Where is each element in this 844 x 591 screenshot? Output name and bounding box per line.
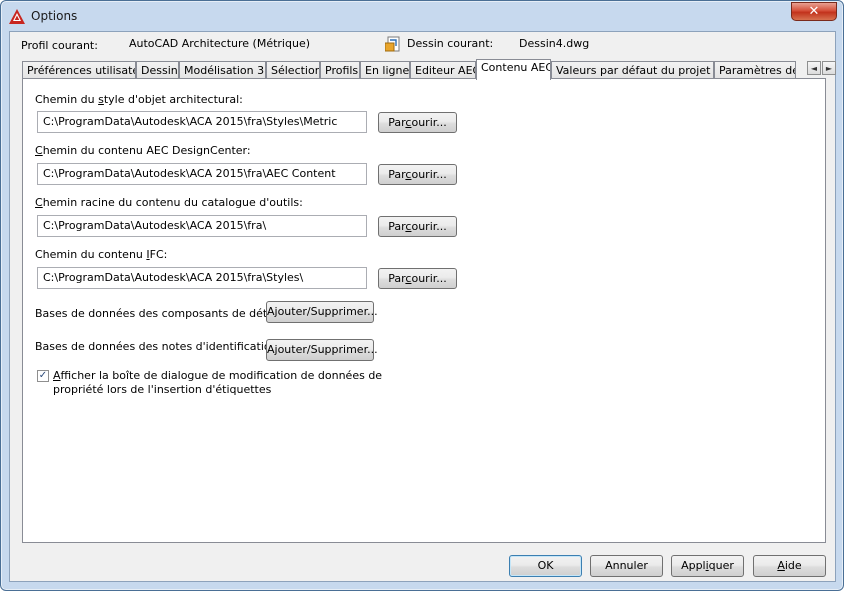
options-dialog: Options ✕ Profil courant: AutoCAD Archit… xyxy=(0,0,844,591)
tab-selection[interactable]: Sélection xyxy=(266,61,320,79)
apply-button[interactable]: Appliquer xyxy=(671,555,744,577)
show-property-dialog-label-line1[interactable]: Afficher la boîte de dialogue de modific… xyxy=(53,369,382,382)
detail-db-add-remove-button[interactable]: Ajouter/Supprimer... xyxy=(266,301,378,323)
title-bar[interactable]: Options ✕ xyxy=(1,1,843,31)
tab-settings[interactable]: Paramètres des xyxy=(714,61,796,79)
designcenter-path-label: Chemin du contenu AEC DesignCenter: xyxy=(35,144,251,157)
ok-button[interactable]: OK xyxy=(509,555,582,577)
ifc-path-input[interactable]: C:\ProgramData\Autodesk\ACA 2015\fra\Sty… xyxy=(37,267,367,289)
tab-drawing[interactable]: Dessin xyxy=(136,61,179,79)
dialog-body: Profil courant: AutoCAD Architecture (Mé… xyxy=(9,31,836,582)
detail-db-label: Bases de données des composants de détai… xyxy=(35,307,284,320)
tab-aec-content[interactable]: Contenu AEC xyxy=(476,59,551,80)
designcenter-path-input[interactable]: C:\ProgramData\Autodesk\ACA 2015\fra\AEC… xyxy=(37,163,367,185)
designcenter-path-browse-button[interactable]: Parcourir... xyxy=(378,164,457,185)
profile-label: Profil courant: xyxy=(21,39,98,52)
help-button[interactable]: Aide xyxy=(753,555,826,577)
catalog-path-browse-button[interactable]: Parcourir... xyxy=(378,216,457,237)
autocad-logo-icon xyxy=(9,9,25,24)
ifc-path-label: Chemin du contenu IFC: xyxy=(35,248,168,261)
notes-db-add-remove-button[interactable]: Ajouter/Supprimer... xyxy=(266,339,378,361)
cancel-button[interactable]: Annuler xyxy=(590,555,663,577)
aec-content-page: Chemin du style d'objet architectural: C… xyxy=(22,78,826,543)
tab-profiles[interactable]: Profils xyxy=(320,61,360,79)
tab-scroll-left-icon[interactable]: ◄ xyxy=(807,61,821,75)
ifc-path-browse-button[interactable]: Parcourir... xyxy=(378,268,457,289)
tab-aec-project-defaults[interactable]: Valeurs par défaut du projet AEC xyxy=(551,61,714,79)
style-path-label: Chemin du style d'objet architectural: xyxy=(35,93,243,106)
tab-aec-editor[interactable]: Editeur AEC xyxy=(410,61,476,79)
style-path-input[interactable]: C:\ProgramData\Autodesk\ACA 2015\fra\Sty… xyxy=(37,111,367,133)
tab-scroll-right-icon[interactable]: ► xyxy=(822,61,836,75)
drawing-value: Dessin4.dwg xyxy=(519,37,590,50)
profile-value: AutoCAD Architecture (Métrique) xyxy=(129,37,311,50)
tab-user-preferences[interactable]: Préférences utilisateur xyxy=(22,61,136,79)
catalog-path-input[interactable]: C:\ProgramData\Autodesk\ACA 2015\fra\ xyxy=(37,215,367,237)
drawing-label: Dessin courant: xyxy=(407,37,494,50)
notes-db-label: Bases de données des notes d'identificat… xyxy=(35,340,282,353)
window-title: Options xyxy=(31,9,78,23)
tab-strip: Préférences utilisateur Dessin Modélisat… xyxy=(22,59,838,80)
catalog-path-label: Chemin racine du contenu du catalogue d'… xyxy=(35,196,303,209)
show-property-dialog-checkbox[interactable]: ✓ xyxy=(37,370,49,382)
style-path-browse-button[interactable]: Parcourir... xyxy=(378,112,457,133)
tab-online[interactable]: En ligne xyxy=(360,61,410,79)
tab-3d-modeling[interactable]: Modélisation 3D xyxy=(179,61,266,79)
show-property-dialog-label-line2[interactable]: propriété lors de l'insertion d'étiquett… xyxy=(53,383,271,396)
drawing-file-icon xyxy=(385,36,400,52)
close-button[interactable]: ✕ xyxy=(791,2,837,21)
